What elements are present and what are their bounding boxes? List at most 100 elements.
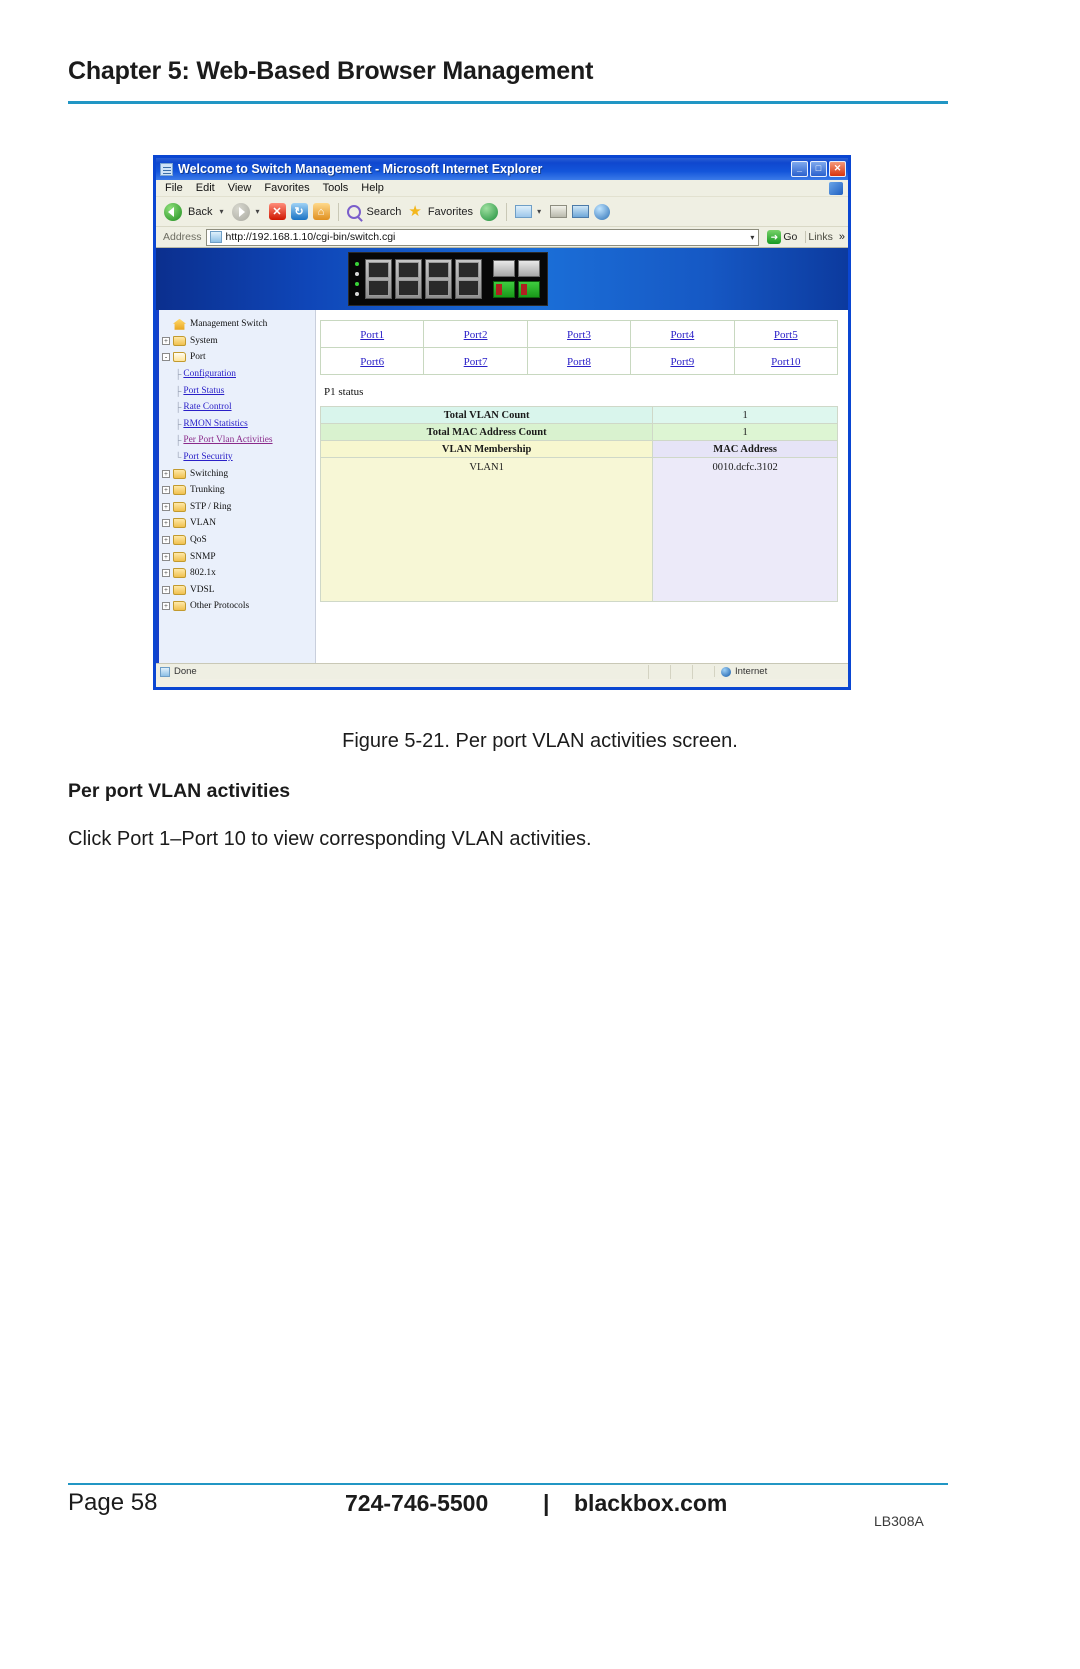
expand-icon[interactable]: + xyxy=(162,502,170,511)
tree-root[interactable]: Management Switch xyxy=(162,316,315,333)
mail-dropdown-icon[interactable]: ▾ xyxy=(537,207,541,216)
stop-icon[interactable]: ✕ xyxy=(268,203,286,220)
port-link[interactable]: Port4 xyxy=(670,329,694,341)
status-text: Done xyxy=(174,666,197,677)
sidebar-item-rate-control[interactable]: ├ Rate Control xyxy=(175,399,315,416)
menu-item-view[interactable]: View xyxy=(228,182,252,194)
sidebar-link-label[interactable]: Port Status xyxy=(183,386,224,396)
expand-icon[interactable]: + xyxy=(162,552,170,561)
history-icon[interactable] xyxy=(480,202,499,221)
expand-icon[interactable]: + xyxy=(162,469,170,478)
sidebar-link-label[interactable]: Port Security xyxy=(183,452,232,462)
close-button[interactable]: ✕ xyxy=(829,161,846,177)
sidebar-link-label[interactable]: Configuration xyxy=(183,369,236,379)
expand-icon[interactable]: + xyxy=(162,602,170,611)
port-link[interactable]: Port7 xyxy=(464,356,488,368)
collapse-icon[interactable]: - xyxy=(162,353,170,362)
forward-dropdown-icon[interactable]: ▾ xyxy=(255,207,259,216)
sidebar-link-label[interactable]: RMON Statistics xyxy=(183,419,247,429)
table-row: Port1 Port2 Port3 Port4 Port5 xyxy=(319,320,839,348)
address-dropdown-icon[interactable]: ▾ xyxy=(750,233,758,242)
search-icon[interactable] xyxy=(346,204,361,219)
expand-icon[interactable]: + xyxy=(162,569,170,578)
folder-icon xyxy=(173,601,186,612)
expand-icon[interactable]: + xyxy=(162,536,170,545)
globe-icon xyxy=(721,666,731,677)
sidebar-item-rmon-statistics[interactable]: ├ RMON Statistics xyxy=(175,416,315,433)
sidebar-item-stp-ring[interactable]: + STP / Ring xyxy=(162,499,315,516)
port-cell[interactable]: Port2 xyxy=(423,320,528,348)
port-link[interactable]: Port5 xyxy=(774,329,798,341)
sidebar-link-label[interactable]: Per Port Vlan Activities xyxy=(183,435,272,445)
port-link[interactable]: Port8 xyxy=(567,356,591,368)
address-input[interactable]: http://192.168.1.10/cgi-bin/switch.cgi ▾ xyxy=(205,228,760,246)
print-icon[interactable] xyxy=(550,205,568,218)
mail-icon[interactable] xyxy=(515,205,533,218)
port-cell[interactable]: Port10 xyxy=(733,347,839,375)
port-link[interactable]: Port9 xyxy=(670,356,694,368)
expand-icon[interactable]: + xyxy=(162,486,170,495)
menu-item-favorites[interactable]: Favorites xyxy=(264,182,309,194)
port-cell[interactable]: Port1 xyxy=(319,320,425,348)
port-link[interactable]: Port3 xyxy=(567,329,591,341)
menu-item-help[interactable]: Help xyxy=(361,182,384,194)
toolbar-overflow-icon[interactable]: » xyxy=(839,231,848,243)
sfp-slot-icon xyxy=(493,260,515,277)
back-dropdown-icon[interactable]: ▾ xyxy=(219,207,223,216)
sidebar-item-other-protocols[interactable]: + Other Protocols xyxy=(162,598,315,615)
port-link[interactable]: Port1 xyxy=(360,329,384,341)
back-label[interactable]: Back xyxy=(188,206,212,218)
home-icon[interactable]: ⌂ xyxy=(312,203,330,220)
port-link[interactable]: Port2 xyxy=(464,329,488,341)
favorites-label[interactable]: Favorites xyxy=(428,206,473,218)
expand-icon[interactable]: + xyxy=(162,336,170,345)
folder-icon xyxy=(173,584,186,595)
messenger-icon[interactable] xyxy=(594,203,611,220)
forward-icon[interactable] xyxy=(232,202,251,221)
sidebar-item-snmp[interactable]: + SNMP xyxy=(162,548,315,565)
sidebar-item-label: 802.1x xyxy=(190,568,216,579)
port-cell[interactable]: Port5 xyxy=(733,320,839,348)
port-cell[interactable]: Port3 xyxy=(526,320,632,348)
tree-branch-icon: ├ xyxy=(175,435,182,446)
expand-icon[interactable]: + xyxy=(162,519,170,528)
sidebar-item-802-1x[interactable]: + 802.1x xyxy=(162,565,315,582)
links-bar-label[interactable]: Links xyxy=(805,231,835,243)
refresh-icon[interactable]: ↻ xyxy=(290,203,308,220)
search-label[interactable]: Search xyxy=(367,206,402,218)
expand-icon[interactable]: + xyxy=(162,585,170,594)
menu-item-file[interactable]: File xyxy=(165,182,183,194)
sidebar-item-port[interactable]: - Port xyxy=(162,349,315,366)
port-cell[interactable]: Port6 xyxy=(319,347,425,375)
port-cell[interactable]: Port9 xyxy=(630,347,735,375)
edit-icon[interactable] xyxy=(572,205,590,218)
sidebar-item-switching[interactable]: + Switching xyxy=(162,465,315,482)
back-icon[interactable] xyxy=(164,202,182,221)
resize-grip[interactable] xyxy=(834,665,848,679)
sidebar-item-trunking[interactable]: + Trunking xyxy=(162,482,315,499)
minimize-button[interactable]: _ xyxy=(791,161,808,177)
port-cell[interactable]: Port4 xyxy=(630,320,735,348)
port-link[interactable]: Port6 xyxy=(360,356,384,368)
menu-item-tools[interactable]: Tools xyxy=(323,182,349,194)
tree-branch-icon: ├ xyxy=(175,369,182,380)
port-cell[interactable]: Port8 xyxy=(526,347,632,375)
sidebar-item-qos[interactable]: + QoS xyxy=(162,532,315,549)
uplink-column xyxy=(518,260,540,298)
sidebar-item-configuration[interactable]: ├ Configuration xyxy=(175,366,315,383)
favorites-star-icon[interactable]: ★ xyxy=(408,204,421,219)
sidebar-item-system[interactable]: + System xyxy=(162,333,315,350)
security-zone[interactable]: Internet xyxy=(714,666,834,677)
sidebar-item-vlan[interactable]: + VLAN xyxy=(162,515,315,532)
sidebar-link-label[interactable]: Rate Control xyxy=(183,402,231,412)
port-cell[interactable]: Port7 xyxy=(423,347,528,375)
page-favicon-icon xyxy=(209,231,222,243)
menu-item-edit[interactable]: Edit xyxy=(196,182,215,194)
sidebar-item-per-port-vlan-activities[interactable]: ├ Per Port Vlan Activities xyxy=(175,432,315,449)
sidebar-item-port-status[interactable]: ├ Port Status xyxy=(175,382,315,399)
port-link[interactable]: Port10 xyxy=(771,356,800,368)
maximize-button[interactable]: □ xyxy=(810,161,827,177)
go-button[interactable]: ➜ Go xyxy=(763,230,801,244)
sidebar-item-port-security[interactable]: └ Port Security xyxy=(175,449,315,466)
sidebar-item-vdsl[interactable]: + VDSL xyxy=(162,582,315,599)
